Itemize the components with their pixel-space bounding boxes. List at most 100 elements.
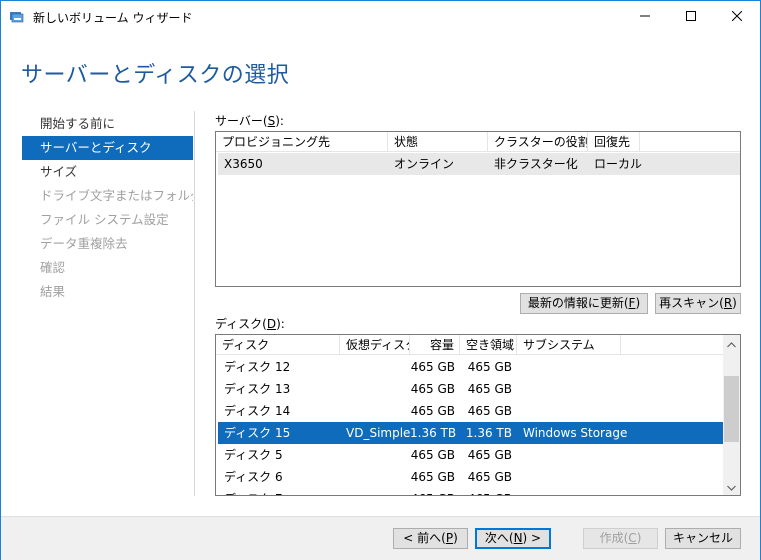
create-label-key: C: [628, 531, 637, 545]
virtual-disk-cell: [340, 378, 410, 400]
disk-list[interactable]: ディスク 仮想ディスク 容量 空き領域 サブシステム ディスク 12 465 G…: [215, 334, 741, 496]
window-title: 新しいボリューム ウィザード: [33, 11, 193, 25]
back-button[interactable]: < 前へ(P): [393, 528, 468, 549]
table-row[interactable]: ディスク 6 465 GB 465 GB: [218, 466, 725, 488]
virtual-disk-cell: [340, 488, 410, 495]
next-label-key: N: [513, 531, 523, 545]
nav-item-dedup: データ重複除去: [40, 236, 128, 251]
disk-name-cell: ディスク 5: [224, 448, 283, 462]
create-label-suffix: ): [636, 531, 642, 545]
column-header-disk[interactable]: ディスク: [216, 335, 340, 355]
refresh-button[interactable]: 最新の情報に更新(F): [520, 293, 648, 314]
capacity-cell: 465 GB: [410, 404, 455, 418]
nav-divider: [194, 111, 195, 496]
subsystem-cell: [517, 466, 717, 488]
free-space-cell: 1.36 TB: [465, 426, 512, 440]
wizard-steps-nav: 開始する前に サーバーとディスク サイズ ドライブ文字またはフォルダー ファイル…: [22, 112, 193, 304]
rescan-label-prefix: 再スキャン(: [659, 296, 724, 310]
disk-name-cell: ディスク 6: [224, 470, 283, 484]
free-space-cell: 465 GB: [467, 382, 512, 396]
column-header-provision-target[interactable]: プロビジョニング先: [216, 132, 388, 152]
column-header-capacity[interactable]: 容量: [410, 335, 460, 355]
nav-item-file-system: ファイル システム設定: [40, 212, 169, 227]
table-row[interactable]: ディスク 12 465 GB 465 GB: [218, 356, 725, 378]
capacity-cell: 465 GB: [410, 382, 455, 396]
virtual-disk-cell: [340, 400, 410, 422]
disk-name-cell: ディスク 12: [224, 360, 291, 374]
free-space-cell: 465 GB: [460, 488, 517, 495]
free-space-cell: 465 GB: [467, 360, 512, 374]
virtual-disk-cell: [340, 466, 410, 488]
capacity-cell: 465 GB: [410, 470, 455, 484]
refresh-label-prefix: 最新の情報に更新(: [527, 296, 629, 310]
capacity-cell: 1.36 TB: [410, 426, 457, 440]
free-space-cell: 465 GB: [467, 404, 512, 418]
column-header-cluster-role[interactable]: クラスターの役割: [488, 132, 588, 152]
minimize-button[interactable]: [622, 1, 668, 32]
column-header-recovery[interactable]: 回復先: [588, 132, 640, 152]
table-row[interactable]: ディスク 13 465 GB 465 GB: [218, 378, 725, 400]
disk-name-cell: ディスク 15: [224, 426, 291, 440]
disk-name-cell: ディスク 14: [224, 404, 291, 418]
capacity-cell: 465 GB: [410, 360, 455, 374]
server-status-cell: オンライン: [394, 157, 455, 171]
disk-label-suffix: ):: [276, 317, 285, 331]
chevron-down-icon: [727, 480, 736, 494]
nav-item-before-you-begin[interactable]: 開始する前に: [22, 112, 193, 136]
virtual-disk-cell: [340, 444, 410, 466]
wizard-window: 新しいボリューム ウィザード サーバーとディスクの選択 開始する前に サーバーと…: [0, 0, 761, 560]
rescan-button[interactable]: 再スキャン(R): [655, 293, 741, 314]
close-button[interactable]: [714, 1, 760, 32]
subsystem-cell: [517, 488, 717, 495]
table-row-selected[interactable]: ディスク 15 VD_Simple 1.36 TB 1.36 TB Window…: [218, 422, 725, 444]
disk-name-cell: ディスク 13: [224, 382, 291, 396]
disk-label-key: D: [266, 317, 277, 331]
back-label-prefix: < 前へ(: [403, 531, 446, 545]
subsystem-cell: [517, 378, 717, 400]
page-title: サーバーとディスクの選択: [21, 63, 290, 88]
column-header-status[interactable]: 状態: [388, 132, 488, 152]
disk-list-scrollbar[interactable]: [723, 335, 740, 495]
server-label-prefix: サーバー(: [215, 114, 268, 128]
free-space-cell: 465 GB: [467, 448, 512, 462]
disk-section-label: ディスク(D):: [215, 315, 285, 332]
scroll-up-button[interactable]: [723, 335, 740, 352]
cancel-button[interactable]: キャンセル: [665, 528, 741, 549]
server-cluster-cell: 非クラスター化: [494, 157, 578, 171]
create-button: 作成(C): [583, 528, 658, 549]
table-row[interactable]: ディスク 7 465 GB 465 GB: [218, 488, 725, 495]
title-bar[interactable]: 新しいボリューム ウィザード: [1, 1, 760, 32]
nav-item-server-and-disk[interactable]: サーバーとディスク: [22, 136, 193, 160]
table-row[interactable]: ディスク 14 465 GB 465 GB: [218, 400, 725, 422]
scroll-thumb[interactable]: [724, 376, 739, 442]
minimize-icon: [640, 10, 650, 24]
nav-item-drive-letter: ドライブ文字またはフォルダー: [40, 188, 193, 203]
free-space-cell: 465 GB: [467, 470, 512, 484]
table-row[interactable]: ディスク 5 465 GB 465 GB: [218, 444, 725, 466]
virtual-disk-cell: VD_Simple: [346, 426, 410, 440]
table-row[interactable]: X3650 オンライン 非クラスター化 ローカル: [218, 153, 740, 175]
capacity-cell: 465 GB: [410, 488, 460, 495]
scroll-down-button[interactable]: [723, 478, 740, 495]
nav-item-size[interactable]: サイズ: [22, 160, 193, 184]
column-header-subsystem[interactable]: サブシステム: [517, 335, 621, 355]
close-icon: [731, 10, 743, 24]
nav-item-results: 結果: [40, 284, 66, 299]
subsystem-cell: [517, 444, 717, 466]
server-list[interactable]: プロビジョニング先 状態 クラスターの役割 回復先 X3650 オンライン 非ク…: [215, 131, 741, 287]
create-label-prefix: 作成(: [599, 531, 629, 545]
maximize-button[interactable]: [668, 1, 714, 32]
column-header-virtual-disk[interactable]: 仮想ディスク: [340, 335, 410, 355]
server-name-cell: X3650: [224, 157, 263, 171]
chevron-up-icon: [727, 337, 736, 351]
server-label-suffix: ):: [275, 114, 284, 128]
subsystem-cell: Windows Storage: [523, 426, 628, 440]
next-button[interactable]: 次へ(N) >: [475, 528, 551, 549]
refresh-label-suffix: ): [635, 296, 641, 310]
volume-wizard-icon: [9, 9, 25, 25]
column-header-free-space[interactable]: 空き領域: [460, 335, 517, 355]
maximize-icon: [686, 10, 696, 24]
subsystem-cell: [517, 400, 717, 422]
back-label-suffix: ): [453, 531, 458, 545]
subsystem-cell: [517, 356, 717, 378]
